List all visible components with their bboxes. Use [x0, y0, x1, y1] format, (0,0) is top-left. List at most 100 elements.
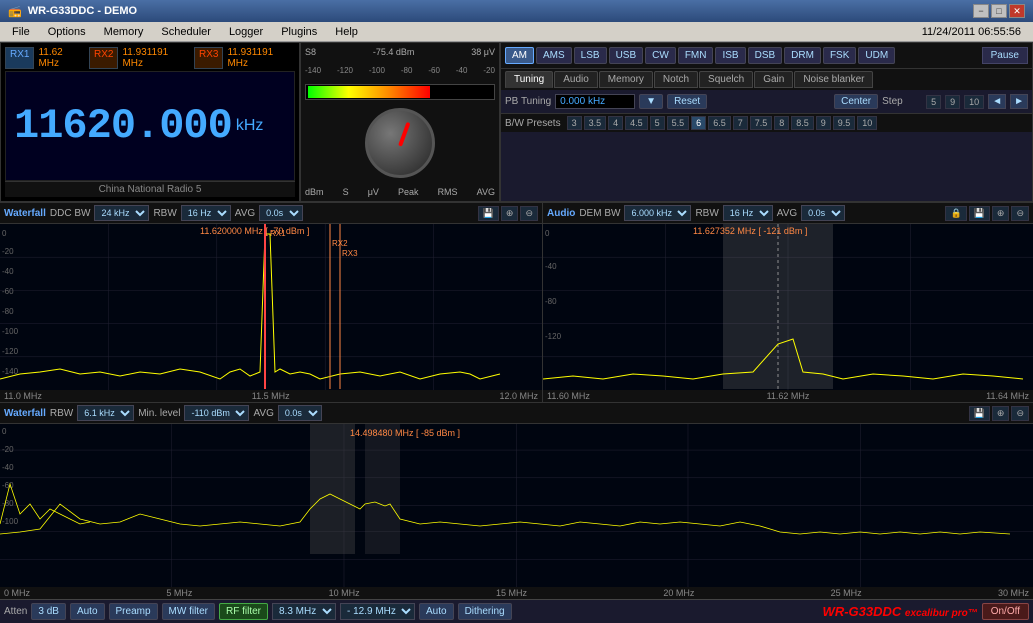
minimize-button[interactable]: − — [973, 4, 989, 18]
rf-filter-btn[interactable]: RF filter — [219, 603, 268, 620]
bot-wf-save[interactable]: 💾 — [969, 406, 990, 421]
waterfall-ddc-spectrum[interactable]: 0 -20 -40 -60 -80 -100 -120 -140 — [0, 224, 542, 390]
mode-isb[interactable]: ISB — [715, 47, 745, 64]
smeter-knob[interactable] — [365, 108, 435, 178]
ddc-bw-select[interactable]: 24 kHz — [94, 205, 149, 221]
dbm-btn[interactable]: dBm — [305, 187, 324, 197]
avg-select-bot[interactable]: 0.0s — [278, 405, 322, 421]
rbw-select-audio[interactable]: 16 Hz — [723, 205, 773, 221]
peak-btn[interactable]: Peak — [398, 187, 419, 197]
rms-btn[interactable]: RMS — [438, 187, 458, 197]
rf-filter-select-1[interactable]: 8.3 MHz — [272, 603, 336, 620]
tab-squelch[interactable]: Squelch — [699, 71, 753, 88]
dropdown-btn[interactable]: ▼ — [639, 94, 663, 109]
bot-spectrum-line — [0, 494, 1010, 534]
audio-freq-0: 11.60 MHz — [547, 391, 590, 401]
bot-wf-zoom-out[interactable]: ⊖ — [1011, 406, 1029, 421]
auto-btn-2[interactable]: Auto — [419, 603, 454, 620]
menu-logger[interactable]: Logger — [221, 24, 271, 40]
mode-drm[interactable]: DRM — [784, 47, 821, 64]
nav-prev[interactable]: ◄ — [988, 94, 1006, 109]
step-5[interactable]: 5 — [926, 95, 941, 109]
mode-ams[interactable]: AMS — [536, 47, 572, 64]
bw-5[interactable]: 5 — [650, 116, 665, 130]
bot-wf-zoom-in[interactable]: ⊕ — [992, 406, 1010, 421]
bw-85[interactable]: 8.5 — [791, 116, 814, 130]
audio-lock[interactable]: 🔒 — [945, 206, 966, 221]
wf-ddc-zoom-out[interactable]: ⊖ — [520, 206, 538, 221]
wf-ddc-save[interactable]: 💾 — [478, 206, 499, 221]
audio-zoom-out[interactable]: ⊖ — [1011, 206, 1029, 221]
preamp-btn[interactable]: Preamp — [109, 603, 158, 620]
wf-ddc-zoom-in[interactable]: ⊕ — [501, 206, 519, 221]
center-button[interactable]: Center — [834, 94, 878, 109]
smeter-area: S8 -75.4 dBm 38 μV -140-120-100-80-60-40… — [300, 42, 500, 202]
mw-filter-btn[interactable]: MW filter — [162, 603, 215, 620]
reset-button[interactable]: Reset — [667, 94, 707, 109]
dem-bw-select[interactable]: 6.000 kHz — [624, 205, 691, 221]
tab-tuning[interactable]: Tuning — [505, 71, 553, 88]
mode-dsb[interactable]: DSB — [748, 47, 783, 64]
bw-8[interactable]: 8 — [774, 116, 789, 130]
brand-text: WR-G33DDC — [823, 604, 902, 619]
step-9[interactable]: 9 — [945, 95, 960, 109]
tab-audio[interactable]: Audio — [554, 71, 598, 88]
svg-text:-40: -40 — [2, 267, 14, 276]
bw-9[interactable]: 9 — [816, 116, 831, 130]
mode-udm[interactable]: UDM — [858, 47, 895, 64]
bw-3[interactable]: 3 — [567, 116, 582, 130]
mode-usb[interactable]: USB — [609, 47, 644, 64]
bw-95[interactable]: 9.5 — [833, 116, 856, 130]
bot-freq-1: 5 MHz — [166, 588, 192, 598]
tab-gain[interactable]: Gain — [754, 71, 793, 88]
bw-45[interactable]: 4.5 — [625, 116, 648, 130]
bw-35[interactable]: 3.5 — [584, 116, 607, 130]
menu-memory[interactable]: Memory — [96, 24, 152, 40]
mode-fsk[interactable]: FSK — [823, 47, 856, 64]
dithering-btn[interactable]: Dithering — [458, 603, 512, 620]
freq-display[interactable]: 11620.000 kHz — [5, 71, 295, 181]
min-level-select[interactable]: -110 dBm — [184, 405, 249, 421]
bw-65[interactable]: 6.5 — [708, 116, 731, 130]
bw-75[interactable]: 7.5 — [750, 116, 773, 130]
pause-button[interactable]: Pause — [982, 47, 1028, 64]
bottom-waterfall-spectrum[interactable]: 0 -20 -40 -60 -80 -100 14.498480 MHz [ -… — [0, 424, 1033, 587]
avg-select-audio[interactable]: 0.0s — [801, 205, 845, 221]
menu-plugins[interactable]: Plugins — [273, 24, 325, 40]
rbw-select-ddc[interactable]: 16 Hz — [181, 205, 231, 221]
bw-10[interactable]: 10 — [857, 116, 877, 130]
auto-btn-1[interactable]: Auto — [70, 603, 105, 620]
menu-scheduler[interactable]: Scheduler — [153, 24, 219, 40]
menu-file[interactable]: File — [4, 24, 38, 40]
avg-mode-btn[interactable]: AVG — [477, 187, 495, 197]
tab-noise-blanker[interactable]: Noise blanker — [794, 71, 873, 88]
rf-filter-select-2[interactable]: - 12.9 MHz — [340, 603, 415, 620]
tab-memory[interactable]: Memory — [599, 71, 653, 88]
s-btn[interactable]: S — [343, 187, 349, 197]
audio-zoom-in[interactable]: ⊕ — [992, 206, 1010, 221]
bw-6[interactable]: 6 — [691, 116, 706, 130]
menu-help[interactable]: Help — [327, 24, 366, 40]
uv-btn[interactable]: μV — [368, 187, 379, 197]
onoff-button[interactable]: On/Off — [982, 603, 1029, 620]
pb-tuning-input[interactable] — [555, 94, 635, 109]
bw-55[interactable]: 5.5 — [667, 116, 690, 130]
mode-lsb[interactable]: LSB — [574, 47, 607, 64]
mode-cw[interactable]: CW — [645, 47, 676, 64]
audio-spectrum[interactable]: 0 -40 -80 -120 11.627352 MHz [ -121 dBm … — [543, 224, 1033, 390]
tab-notch[interactable]: Notch — [654, 71, 698, 88]
close-button[interactable]: ✕ — [1009, 4, 1025, 18]
menu-options[interactable]: Options — [40, 24, 94, 40]
bw-4[interactable]: 4 — [608, 116, 623, 130]
mode-fmn[interactable]: FMN — [678, 47, 714, 64]
step-10[interactable]: 10 — [964, 95, 984, 109]
atten-value-btn[interactable]: 3 dB — [31, 603, 66, 620]
audio-save[interactable]: 💾 — [969, 206, 990, 221]
mode-am[interactable]: AM — [505, 47, 534, 64]
avg-select-ddc[interactable]: 0.0s — [259, 205, 303, 221]
maximize-button[interactable]: □ — [991, 4, 1007, 18]
bw-7[interactable]: 7 — [733, 116, 748, 130]
smeter-s-label: S8 — [305, 47, 316, 57]
rbw-select-bot[interactable]: 6.1 kHz — [77, 405, 134, 421]
nav-next[interactable]: ► — [1010, 94, 1028, 109]
